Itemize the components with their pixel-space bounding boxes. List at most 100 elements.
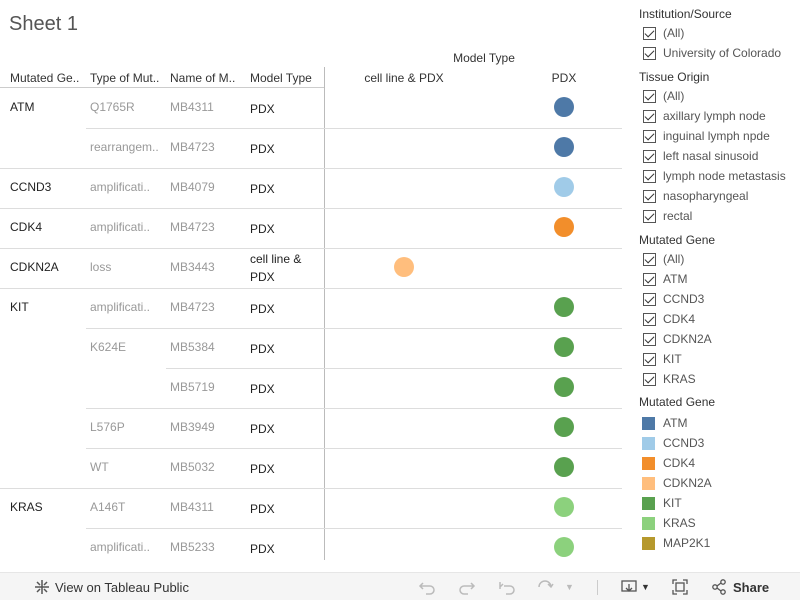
- cell-model-type[interactable]: PDX: [250, 180, 322, 198]
- filter-option[interactable]: inguinal lymph npde: [643, 127, 770, 145]
- checkbox-checked-icon[interactable]: [643, 332, 656, 346]
- data-point[interactable]: [554, 297, 574, 317]
- cell-mutation-type[interactable]: loss: [90, 260, 166, 274]
- cell-mutation-type[interactable]: amplificati..: [90, 180, 166, 194]
- filter-option[interactable]: (All): [643, 87, 684, 105]
- cell-model-name[interactable]: MB4311: [170, 100, 246, 114]
- cell-mutation-type[interactable]: Q1765R: [90, 100, 166, 114]
- cell-mutated-gene[interactable]: CDK4: [10, 220, 42, 234]
- cell-model-name[interactable]: MB4723: [170, 140, 246, 154]
- filter-option[interactable]: CCND3: [643, 290, 704, 308]
- filter-option[interactable]: KIT: [643, 350, 682, 368]
- header-col-cell-line-pdx[interactable]: cell line & PDX: [344, 71, 464, 85]
- cell-model-name[interactable]: MB4311: [170, 500, 246, 514]
- cell-model-name[interactable]: MB3443: [170, 260, 246, 274]
- cell-model-type[interactable]: PDX: [250, 300, 322, 318]
- checkbox-checked-icon[interactable]: [643, 89, 656, 103]
- cell-model-type[interactable]: PDX: [250, 340, 322, 358]
- checkbox-checked-icon[interactable]: [643, 26, 656, 40]
- filter-option[interactable]: ATM: [643, 270, 687, 288]
- filter-option[interactable]: left nasal sinusoid: [643, 147, 758, 165]
- cell-model-type[interactable]: PDX: [250, 140, 322, 158]
- checkbox-checked-icon[interactable]: [643, 189, 656, 203]
- cell-mutation-type[interactable]: amplificati..: [90, 300, 166, 314]
- cell-model-type[interactable]: PDX: [250, 540, 322, 558]
- filter-option[interactable]: rectal: [643, 207, 692, 225]
- cell-model-name[interactable]: MB5384: [170, 340, 246, 354]
- header-name-of-model[interactable]: Name of M..: [170, 71, 246, 85]
- fullscreen-icon[interactable]: [672, 573, 688, 600]
- cell-model-name[interactable]: MB3949: [170, 420, 246, 434]
- cell-model-type[interactable]: PDX: [250, 100, 322, 118]
- cell-model-name[interactable]: MB4079: [170, 180, 246, 194]
- header-type-of-mutation[interactable]: Type of Mut..: [90, 71, 166, 85]
- legend-item[interactable]: CCND3: [642, 434, 704, 452]
- revert-icon[interactable]: [498, 573, 516, 600]
- cell-mutated-gene[interactable]: KRAS: [10, 500, 43, 514]
- filter-option[interactable]: nasopharyngeal: [643, 187, 748, 205]
- refresh-icon[interactable]: [536, 573, 554, 600]
- download-button[interactable]: ▼: [621, 573, 650, 600]
- filter-option[interactable]: (All): [643, 250, 684, 268]
- header-mutated-gene[interactable]: Mutated Ge..: [10, 71, 86, 85]
- refresh-dropdown-icon[interactable]: ▼: [565, 573, 574, 600]
- cell-mutation-type[interactable]: L576P: [90, 420, 166, 434]
- checkbox-checked-icon[interactable]: [643, 272, 656, 286]
- cell-mutated-gene[interactable]: CCND3: [10, 180, 51, 194]
- cell-model-name[interactable]: MB5032: [170, 460, 246, 474]
- data-point[interactable]: [554, 97, 574, 117]
- checkbox-checked-icon[interactable]: [643, 149, 656, 163]
- cell-model-type[interactable]: PDX: [250, 380, 322, 398]
- legend-item[interactable]: MAP2K1: [642, 534, 710, 552]
- cell-model-type[interactable]: PDX: [250, 500, 322, 518]
- view-on-tableau-button[interactable]: View on Tableau Public: [34, 573, 189, 600]
- checkbox-checked-icon[interactable]: [643, 352, 656, 366]
- filter-option[interactable]: University of Colorado: [643, 44, 781, 62]
- header-model-type[interactable]: Model Type: [250, 71, 322, 85]
- cell-model-type[interactable]: PDX: [250, 460, 322, 478]
- data-point[interactable]: [554, 377, 574, 397]
- cell-mutation-type[interactable]: amplificati..: [90, 220, 166, 234]
- filter-option[interactable]: CDKN2A: [643, 330, 712, 348]
- cell-model-type[interactable]: PDX: [250, 220, 322, 238]
- checkbox-checked-icon[interactable]: [643, 252, 656, 266]
- cell-model-name[interactable]: MB5719: [170, 380, 246, 394]
- legend-item[interactable]: CDK4: [642, 454, 695, 472]
- cell-mutated-gene[interactable]: CDKN2A: [10, 260, 59, 274]
- checkbox-checked-icon[interactable]: [643, 129, 656, 143]
- data-point[interactable]: [554, 137, 574, 157]
- checkbox-checked-icon[interactable]: [643, 372, 656, 386]
- data-point[interactable]: [554, 217, 574, 237]
- cell-mutation-type[interactable]: rearrangem..: [90, 140, 166, 154]
- checkbox-checked-icon[interactable]: [643, 169, 656, 183]
- filter-option[interactable]: CDK4: [643, 310, 695, 328]
- legend-item[interactable]: KIT: [642, 494, 682, 512]
- legend-item[interactable]: KRAS: [642, 514, 696, 532]
- legend-item[interactable]: CDKN2A: [642, 474, 712, 492]
- redo-icon[interactable]: [458, 573, 476, 600]
- share-button[interactable]: Share: [711, 573, 769, 600]
- data-point[interactable]: [554, 457, 574, 477]
- data-point[interactable]: [554, 497, 574, 517]
- data-point[interactable]: [554, 537, 574, 557]
- checkbox-checked-icon[interactable]: [643, 209, 656, 223]
- cell-mutation-type[interactable]: A146T: [90, 500, 166, 514]
- data-point[interactable]: [554, 177, 574, 197]
- cell-mutated-gene[interactable]: KIT: [10, 300, 29, 314]
- checkbox-checked-icon[interactable]: [643, 46, 656, 60]
- cell-mutation-type[interactable]: amplificati..: [90, 540, 166, 554]
- checkbox-checked-icon[interactable]: [643, 312, 656, 326]
- data-point[interactable]: [554, 337, 574, 357]
- cell-mutation-type[interactable]: WT: [90, 460, 166, 474]
- filter-option[interactable]: KRAS: [643, 370, 696, 388]
- data-point[interactable]: [394, 257, 414, 277]
- cell-model-type[interactable]: cell line & PDX: [250, 250, 322, 286]
- legend-item[interactable]: ATM: [642, 414, 687, 432]
- cell-model-name[interactable]: MB4723: [170, 300, 246, 314]
- cell-model-name[interactable]: MB5233: [170, 540, 246, 554]
- cell-mutated-gene[interactable]: ATM: [10, 100, 34, 114]
- data-point[interactable]: [554, 417, 574, 437]
- undo-icon[interactable]: [418, 573, 436, 600]
- filter-option[interactable]: (All): [643, 24, 684, 42]
- filter-option[interactable]: lymph node metastasis: [643, 167, 786, 185]
